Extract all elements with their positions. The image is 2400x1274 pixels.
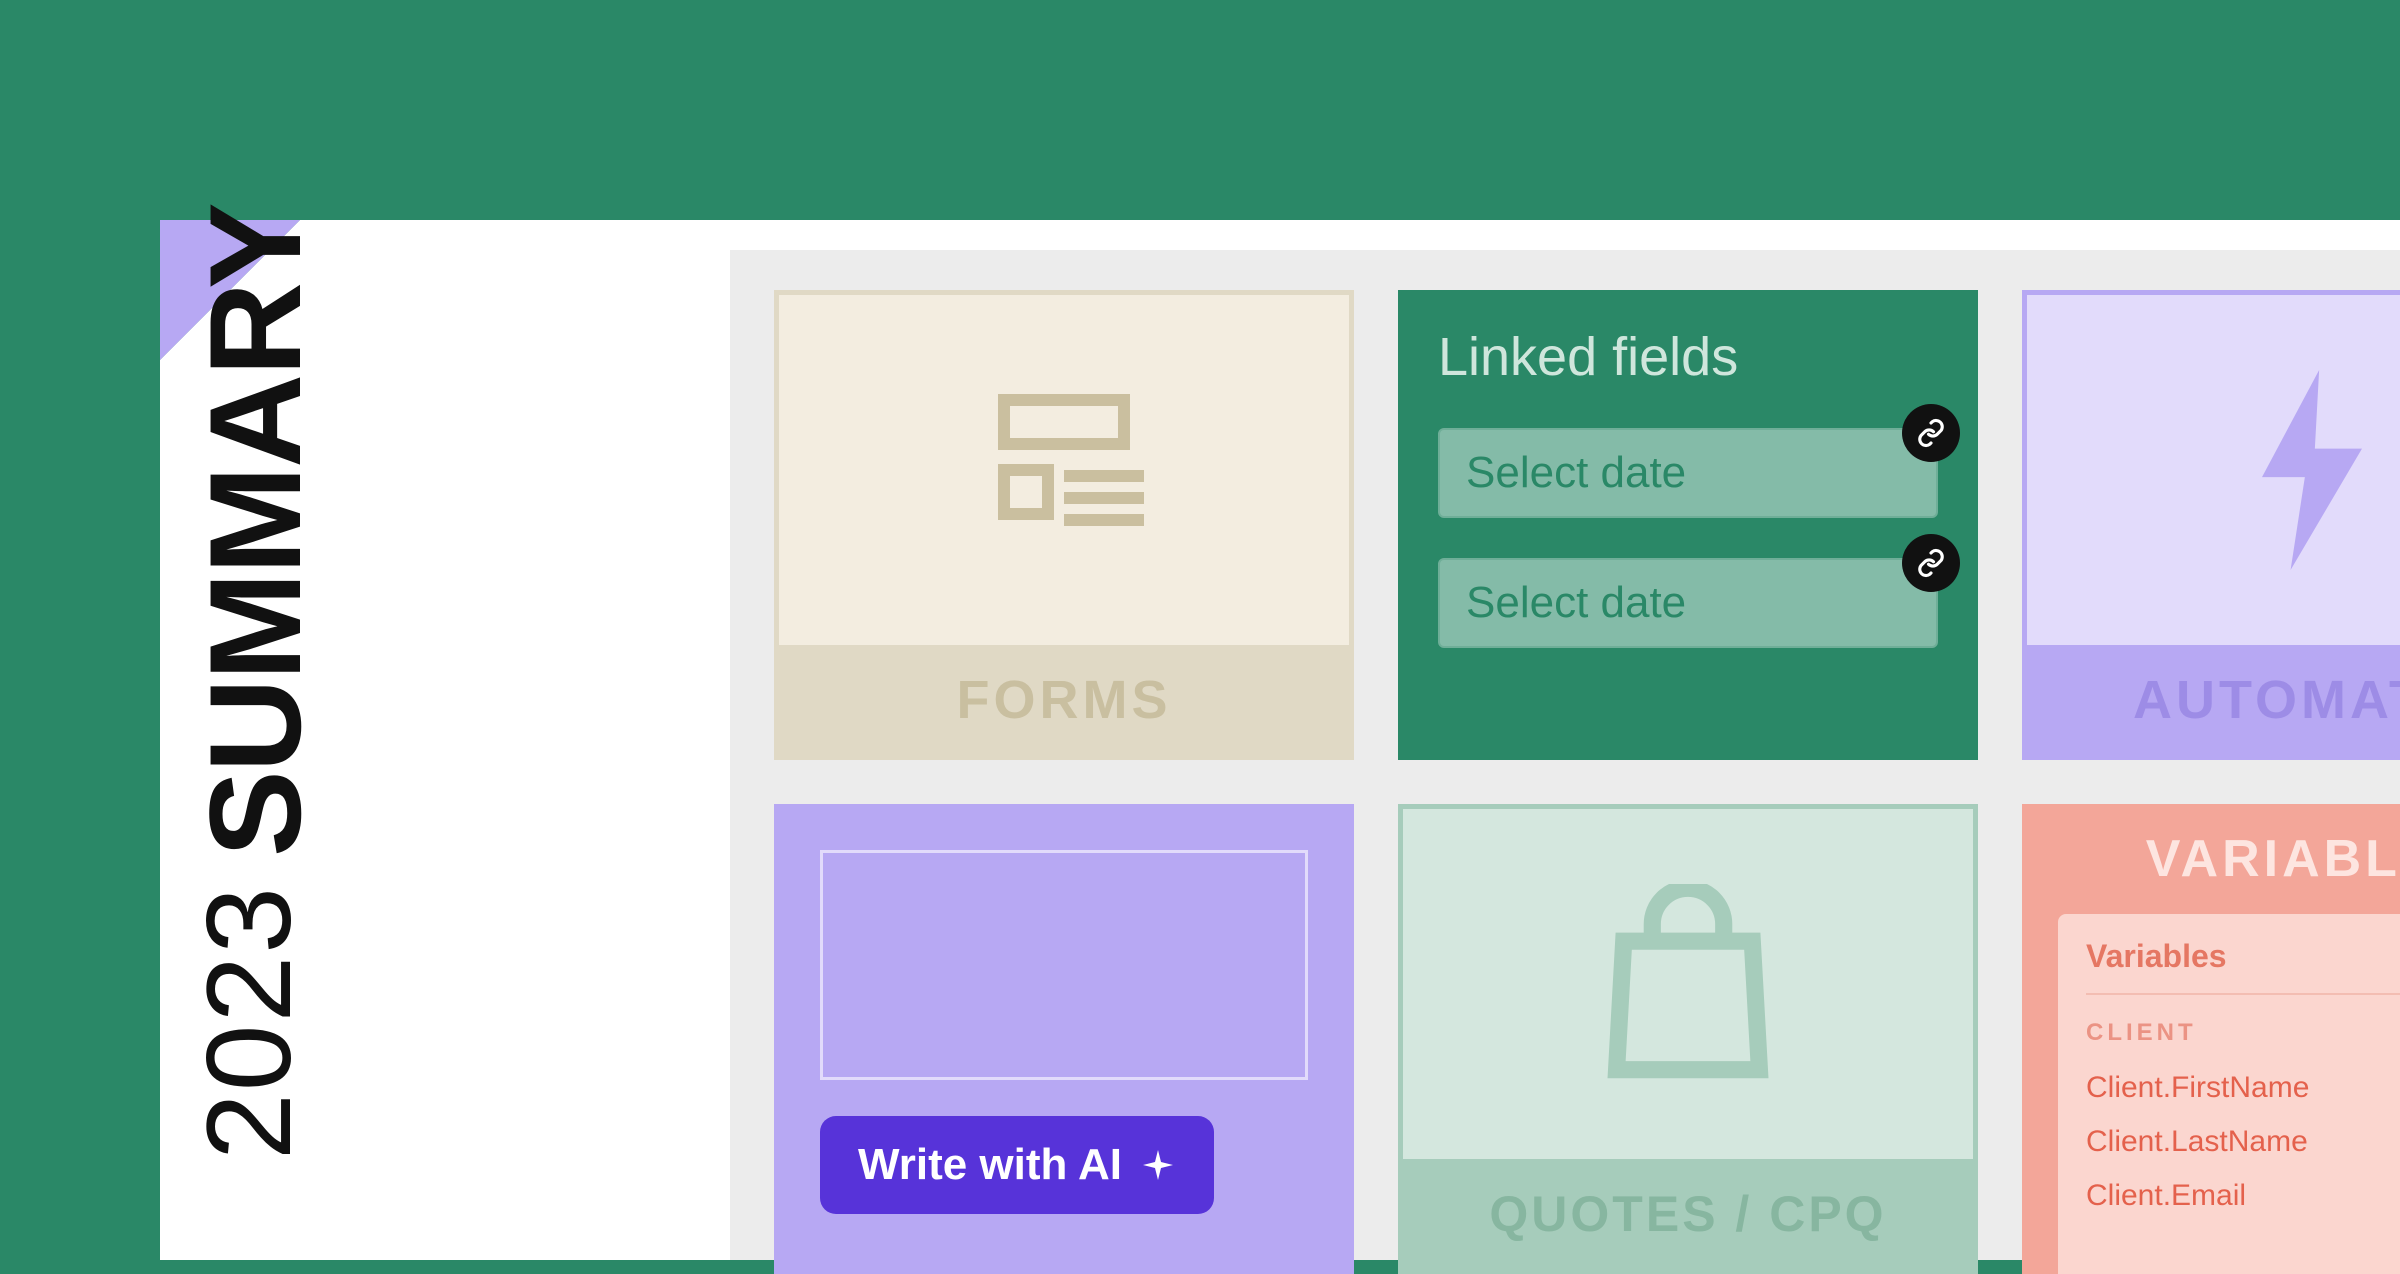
card-quotes-label: QUOTES / CPQ (1403, 1159, 1973, 1269)
quotes-illustration (1403, 809, 1973, 1159)
shopping-bag-icon (1598, 884, 1778, 1084)
hero-year: 2023 (180, 885, 330, 1160)
date-field-1-placeholder: Select date (1466, 448, 1686, 498)
link-icon (1902, 534, 1960, 592)
date-field-2-placeholder: Select date (1466, 578, 1686, 628)
forms-illustration (779, 295, 1349, 645)
variable-item[interactable]: Client.LastName (2086, 1115, 2400, 1169)
write-with-ai-button[interactable]: Write with AI (820, 1116, 1214, 1214)
automation-illustration (2027, 295, 2400, 645)
card-forms-label: FORMS (779, 645, 1349, 755)
ai-button-label: Write with AI (858, 1140, 1122, 1190)
linked-fields-title: Linked fields (1438, 326, 1938, 388)
variables-section-label: CLIENT (2086, 995, 2400, 1061)
sparkle-icon (1140, 1147, 1176, 1183)
linked-field-2-wrap: Select date (1438, 558, 1938, 648)
date-field-2[interactable]: Select date (1438, 558, 1938, 648)
link-icon (1902, 404, 1960, 462)
card-write-with-ai[interactable]: Write with AI (774, 804, 1354, 1274)
date-field-1[interactable]: Select date (1438, 428, 1938, 518)
feature-grid: FORMS Linked fields Select date Select d… (730, 250, 2400, 1260)
card-linked-fields[interactable]: Linked fields Select date Select date (1398, 290, 1978, 760)
card-variables-title: VARIABLES (2022, 804, 2400, 914)
linked-field-1-wrap: Select date (1438, 428, 1938, 518)
card-forms[interactable]: FORMS (774, 290, 1354, 760)
card-automation-label: AUTOMATIO (2027, 645, 2400, 755)
form-icon (964, 390, 1164, 550)
hero-summary: SUMMARY (180, 204, 330, 857)
hero-title: 2023 SUMMARY (180, 204, 330, 1160)
variable-item[interactable]: Client.FirstName (2086, 1061, 2400, 1115)
ai-text-area[interactable] (820, 850, 1308, 1080)
variables-panel-heading: Variables (2086, 938, 2400, 995)
lightning-icon (2232, 370, 2392, 570)
variables-panel: Variables CLIENT Client.FirstName Client… (2058, 914, 2400, 1274)
card-automation[interactable]: AUTOMATIO (2022, 290, 2400, 760)
variable-item[interactable]: Client.Email (2086, 1169, 2400, 1223)
card-quotes-cpq[interactable]: QUOTES / CPQ (1398, 804, 1978, 1274)
card-variables[interactable]: VARIABLES Variables CLIENT Client.FirstN… (2022, 804, 2400, 1274)
